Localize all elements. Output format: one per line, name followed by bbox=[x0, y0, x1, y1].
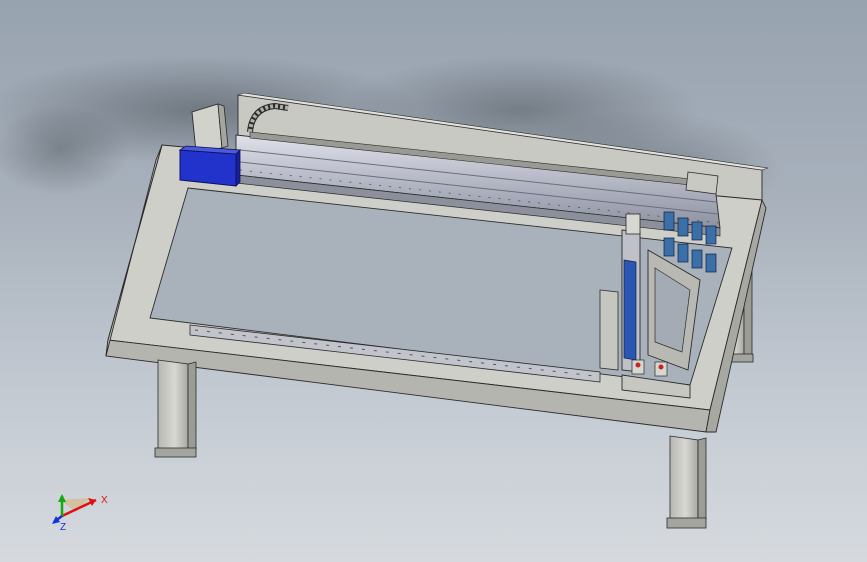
y-arrow-head bbox=[58, 494, 66, 502]
front-left-leg bbox=[154, 359, 197, 458]
z-axis-label: Z bbox=[60, 522, 66, 533]
servo-motor bbox=[191, 103, 229, 153]
motor-housing bbox=[178, 145, 241, 187]
front-right-leg bbox=[666, 435, 707, 529]
orientation-triad[interactable]: X Z bbox=[52, 494, 108, 533]
gantry-model[interactable]: X Z bbox=[0, 0, 867, 562]
cad-viewport[interactable]: X Z bbox=[0, 0, 867, 562]
x-axis-label: X bbox=[101, 495, 108, 506]
z-axis-column bbox=[621, 213, 641, 373]
